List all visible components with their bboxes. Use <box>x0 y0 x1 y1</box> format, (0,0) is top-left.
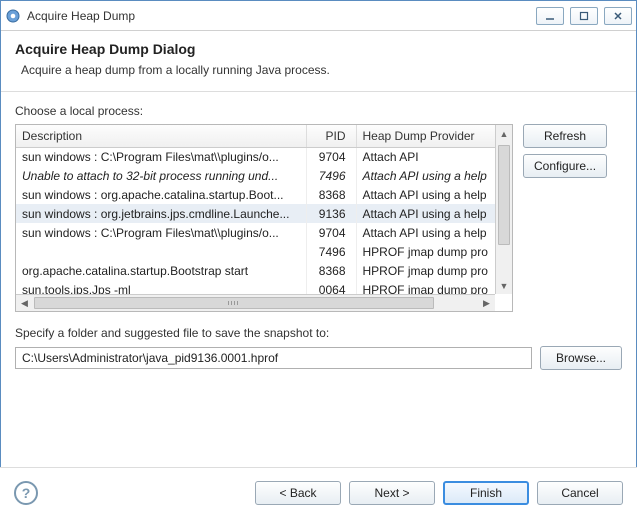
configure-button[interactable]: Configure... <box>523 154 607 178</box>
cell-description: sun windows : C:\Program Files\mat\\plug… <box>16 147 306 166</box>
cell-pid: 9704 <box>306 147 356 166</box>
minimize-button[interactable] <box>536 7 564 25</box>
cell-provider: HPROF jmap dump pro <box>356 261 495 280</box>
maximize-button[interactable] <box>570 7 598 25</box>
dialog-footer: ? < Back Next > Finish Cancel <box>0 467 637 517</box>
save-path-input[interactable] <box>15 347 532 369</box>
dialog-subtitle: Acquire a heap dump from a locally runni… <box>21 63 622 77</box>
cell-provider: Attach API using a help <box>356 185 495 204</box>
window-title: Acquire Heap Dump <box>27 9 530 23</box>
scroll-left-icon[interactable]: ◀ <box>16 295 33 311</box>
scroll-down-icon[interactable]: ▼ <box>496 277 512 294</box>
table-row[interactable]: sun windows : C:\Program Files\mat\\plug… <box>16 147 495 166</box>
cell-provider: HPROF jmap dump pro <box>356 280 495 294</box>
cell-description: sun windows : org.apache.catalina.startu… <box>16 185 306 204</box>
cell-description: org.apache.catalina.startup.Bootstrap st… <box>16 261 306 280</box>
cell-pid: 9136 <box>306 204 356 223</box>
cell-description: sun windows : C:\Program Files\mat\\plug… <box>16 223 306 242</box>
process-table[interactable]: Description PID Heap Dump Provider sun w… <box>15 124 513 312</box>
cell-description: sun.tools.jps.Jps -ml <box>16 280 306 294</box>
cell-pid: 8368 <box>306 185 356 204</box>
cell-provider: Attach API using a help <box>356 166 495 185</box>
cell-description: Unable to attach to 32-bit process runni… <box>16 166 306 185</box>
dialog-header: Acquire Heap Dump Dialog Acquire a heap … <box>1 31 636 92</box>
col-description[interactable]: Description <box>16 125 306 147</box>
dialog-title: Acquire Heap Dump Dialog <box>15 41 622 57</box>
table-row[interactable]: Unable to attach to 32-bit process runni… <box>16 166 495 185</box>
cell-pid: 0064 <box>306 280 356 294</box>
cell-provider: Attach API using a help <box>356 204 495 223</box>
cell-provider: HPROF jmap dump pro <box>356 242 495 261</box>
save-section-label: Specify a folder and suggested file to s… <box>15 326 622 340</box>
scroll-thumb-h[interactable] <box>34 297 434 309</box>
table-row[interactable]: sun windows : C:\Program Files\mat\\plug… <box>16 223 495 242</box>
scroll-thumb-v[interactable] <box>498 145 510 245</box>
col-pid[interactable]: PID <box>306 125 356 147</box>
table-row[interactable]: sun windows : org.jetbrains.jps.cmdline.… <box>16 204 495 223</box>
cell-pid: 9704 <box>306 223 356 242</box>
table-row[interactable]: 7496HPROF jmap dump pro <box>16 242 495 261</box>
cell-provider: Attach API using a help <box>356 223 495 242</box>
vertical-scrollbar[interactable]: ▲ ▼ <box>495 125 512 294</box>
cancel-button[interactable]: Cancel <box>537 481 623 505</box>
app-icon <box>5 8 21 24</box>
table-header-row: Description PID Heap Dump Provider <box>16 125 495 147</box>
scroll-up-icon[interactable]: ▲ <box>496 125 512 142</box>
titlebar: Acquire Heap Dump <box>1 1 636 31</box>
refresh-button[interactable]: Refresh <box>523 124 607 148</box>
cell-description <box>16 242 306 261</box>
horizontal-scrollbar[interactable]: ◀ ▶ <box>16 294 495 311</box>
browse-button[interactable]: Browse... <box>540 346 622 370</box>
process-section-label: Choose a local process: <box>15 104 622 118</box>
cell-pid: 8368 <box>306 261 356 280</box>
back-button[interactable]: < Back <box>255 481 341 505</box>
next-button[interactable]: Next > <box>349 481 435 505</box>
col-provider[interactable]: Heap Dump Provider <box>356 125 495 147</box>
cell-description: sun windows : org.jetbrains.jps.cmdline.… <box>16 204 306 223</box>
cell-pid: 7496 <box>306 166 356 185</box>
cell-pid: 7496 <box>306 242 356 261</box>
table-row[interactable]: sun.tools.jps.Jps -ml0064HPROF jmap dump… <box>16 280 495 294</box>
table-row[interactable]: sun windows : org.apache.catalina.startu… <box>16 185 495 204</box>
cell-provider: Attach API <box>356 147 495 166</box>
finish-button[interactable]: Finish <box>443 481 529 505</box>
help-icon[interactable]: ? <box>14 481 38 505</box>
scroll-right-icon[interactable]: ▶ <box>478 295 495 311</box>
close-button[interactable] <box>604 7 632 25</box>
table-row[interactable]: org.apache.catalina.startup.Bootstrap st… <box>16 261 495 280</box>
